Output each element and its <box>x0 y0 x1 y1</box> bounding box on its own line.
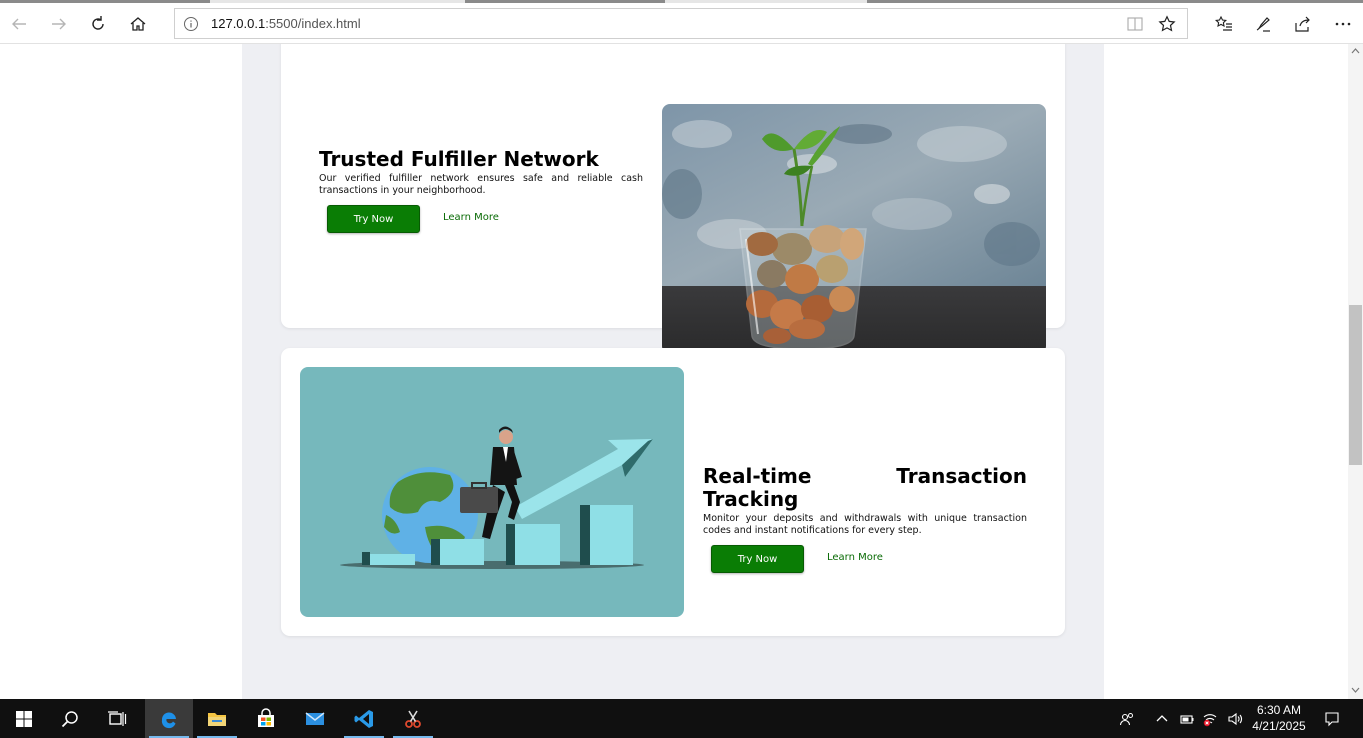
show-hidden-icons-button[interactable] <box>1153 699 1171 738</box>
card-actions: Try Now Learn More <box>703 545 1027 575</box>
try-now-button[interactable]: Try Now <box>327 205 420 233</box>
card-title: Trusted Fulfiller Network <box>319 147 599 171</box>
browser-toolbar: 127.0.0.1:5500/index.html <box>0 3 1363 44</box>
action-center-button[interactable] <box>1318 699 1346 738</box>
vertical-scrollbar[interactable] <box>1348 44 1363 699</box>
share-button[interactable] <box>1286 7 1320 41</box>
page-viewport: Trusted Fulfiller Network Our verified f… <box>0 44 1348 699</box>
people-button[interactable] <box>1116 699 1138 738</box>
favorites-hub-button[interactable] <box>1207 7 1241 41</box>
taskbar-file-explorer[interactable] <box>193 699 241 738</box>
card-text-block: Trusted Fulfiller Network Our verified f… <box>319 148 643 235</box>
pen-icon <box>1256 17 1270 32</box>
refresh-icon <box>92 16 104 30</box>
chevron-up-icon <box>1156 714 1168 721</box>
mail-icon <box>305 711 325 725</box>
forward-arrow-icon <box>52 18 66 30</box>
clock-date: 4/21/2025 <box>1252 719 1306 733</box>
home-button[interactable] <box>121 7 155 41</box>
scrollbar-thumb[interactable] <box>1349 305 1362 465</box>
taskbar-search-button[interactable] <box>46 699 94 738</box>
store-icon <box>258 707 274 727</box>
info-icon[interactable] <box>183 16 199 32</box>
snipping-tool-icon <box>405 710 421 728</box>
network-button[interactable] <box>1200 699 1220 738</box>
feature-card-fulfiller: Trusted Fulfiller Network Our verified f… <box>281 44 1065 354</box>
home-icon <box>130 17 146 31</box>
task-view-button[interactable] <box>93 699 141 738</box>
coin-jar-plant-image <box>662 104 1046 354</box>
reading-view-icon[interactable] <box>1126 16 1144 32</box>
card-description: Our verified fulfiller network ensures s… <box>319 173 643 196</box>
back-button[interactable] <box>2 7 36 41</box>
people-icon <box>1119 712 1133 725</box>
card-text-block: Real-time Transaction Tracking Monitor y… <box>703 465 1027 575</box>
taskbar-clock[interactable]: 6:30 AM 4/21/2025 <box>1248 702 1310 736</box>
learn-more-link[interactable]: Learn More <box>827 552 883 563</box>
card-actions: Try Now Learn More <box>319 205 643 235</box>
notification-icon <box>1325 711 1339 726</box>
windows-logo-icon <box>16 710 32 727</box>
speaker-icon <box>1228 712 1243 725</box>
card-title: Real-time Transaction Tracking <box>703 464 1027 511</box>
taskbar-snipping-tool[interactable] <box>389 699 437 738</box>
taskbar-store[interactable] <box>242 699 290 738</box>
url-host: 127.0.0.1 <box>211 16 266 31</box>
task-view-icon <box>108 710 127 726</box>
web-note-button[interactable] <box>1246 7 1280 41</box>
battery-button[interactable] <box>1177 699 1197 738</box>
favorites-list-icon <box>1215 15 1232 31</box>
scroll-down-arrow-icon[interactable] <box>1351 687 1360 694</box>
url-text[interactable]: 127.0.0.1:5500/index.html <box>211 16 361 31</box>
coin-jar-plant-illustration <box>662 104 1046 354</box>
share-icon <box>1295 16 1310 32</box>
favorite-star-icon[interactable] <box>1158 15 1176 33</box>
network-disconnected-icon <box>1203 713 1217 726</box>
file-explorer-icon <box>208 712 226 726</box>
try-now-button[interactable]: Try Now <box>711 545 804 573</box>
feature-card-tracking: Real-time Transaction Tracking Monitor y… <box>281 348 1065 636</box>
growth-chart-image <box>300 367 684 617</box>
url-path: :5500/index.html <box>265 16 361 31</box>
scroll-up-arrow-icon[interactable] <box>1351 47 1360 54</box>
start-button[interactable] <box>0 699 48 738</box>
windows-taskbar: 6:30 AM 4/21/2025 <box>0 699 1363 738</box>
businessman-growth-illustration <box>300 367 684 617</box>
refresh-button[interactable] <box>81 7 115 41</box>
address-bar[interactable]: 127.0.0.1:5500/index.html <box>174 8 1188 39</box>
vscode-icon <box>354 709 373 728</box>
more-button[interactable] <box>1326 7 1360 41</box>
search-icon <box>61 710 78 727</box>
edge-icon <box>161 711 176 728</box>
battery-icon <box>1180 714 1194 724</box>
taskbar-edge[interactable] <box>145 699 193 738</box>
taskbar-mail[interactable] <box>291 699 339 738</box>
learn-more-link[interactable]: Learn More <box>443 212 499 223</box>
card-description: Monitor your deposits and withdrawals wi… <box>703 513 1027 536</box>
clock-time: 6:30 AM <box>1256 703 1302 717</box>
volume-button[interactable] <box>1224 699 1246 738</box>
more-dots-icon <box>1335 22 1351 26</box>
taskbar-vscode[interactable] <box>340 699 388 738</box>
forward-button[interactable] <box>42 7 76 41</box>
back-arrow-icon <box>12 18 26 30</box>
